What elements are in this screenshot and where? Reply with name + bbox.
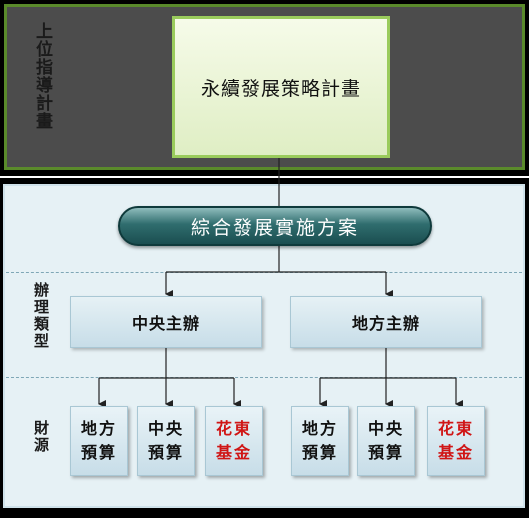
fund-box-central-huadong-fund: 花東 基金 [205, 406, 263, 476]
comprehensive-program-box: 綜合發展實施方案 [118, 206, 432, 246]
fund-box-central-local-budget: 地方 預算 [70, 406, 128, 476]
fund-line: 地方 [80, 419, 117, 438]
fund-line: 中央 [367, 419, 404, 438]
fund-line: 預算 [147, 443, 184, 462]
fund-box-local-central-budget: 中央 預算 [357, 406, 415, 476]
fund-line: 花東 [437, 419, 474, 438]
local-organizer-box: 地方主辦 [290, 296, 482, 348]
fund-box-local-local-budget: 地方 預算 [291, 406, 349, 476]
fund-line: 基金 [215, 443, 252, 462]
central-organizer-box: 中央主辦 [70, 296, 262, 348]
fund-line: 地方 [301, 419, 338, 438]
fund-box-local-huadong-fund: 花東 基金 [427, 406, 485, 476]
fund-line: 基金 [437, 443, 474, 462]
fund-line: 預算 [367, 443, 404, 462]
fund-box-central-central-budget: 中央 預算 [137, 406, 195, 476]
fund-line: 花東 [215, 419, 252, 438]
fund-line: 預算 [80, 443, 117, 462]
fund-line: 中央 [147, 419, 184, 438]
fund-line: 預算 [301, 443, 338, 462]
